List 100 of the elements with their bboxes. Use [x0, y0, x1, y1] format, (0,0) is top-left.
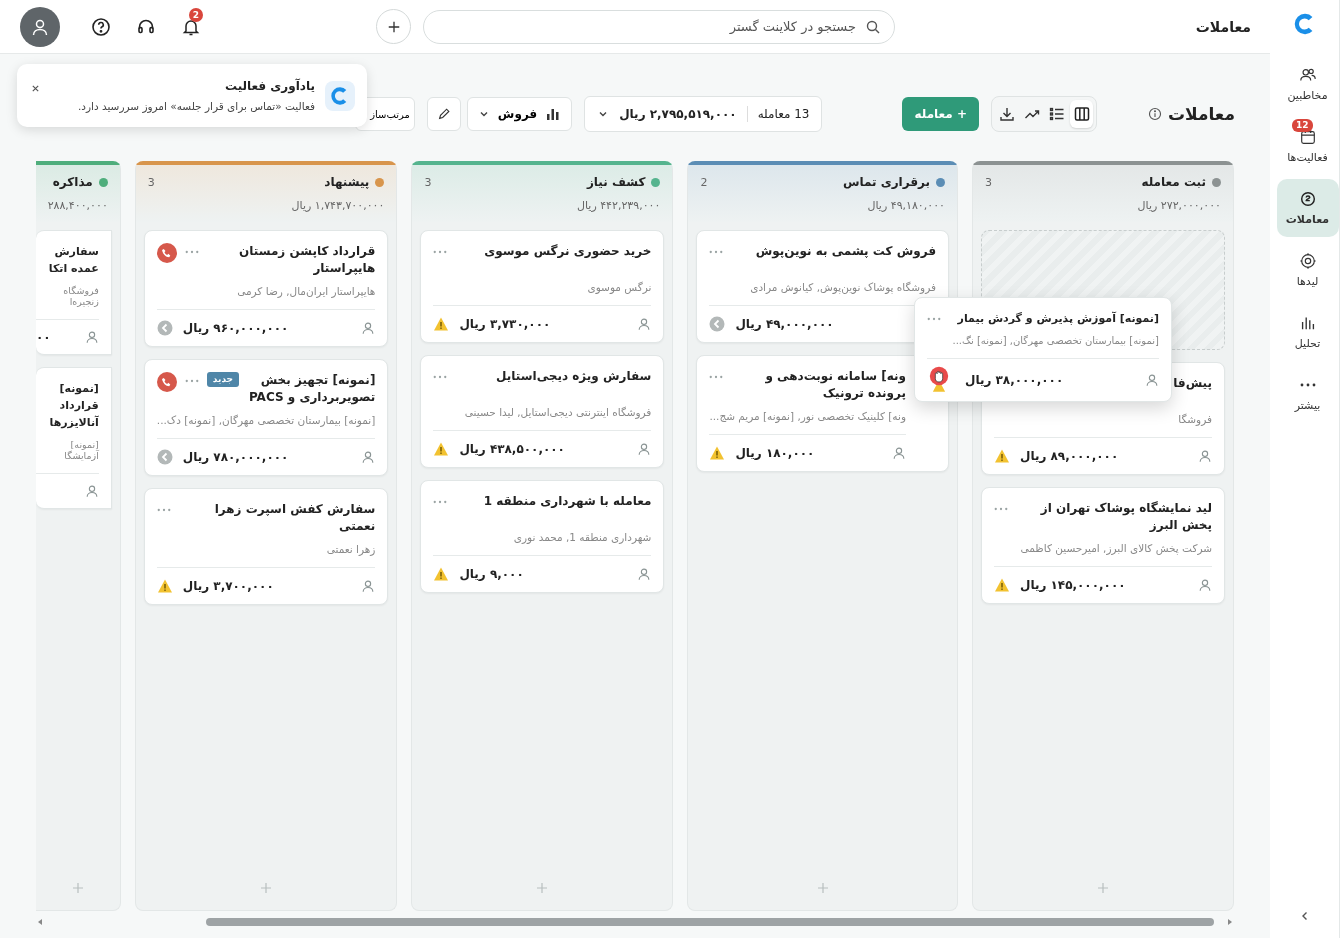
more-icon[interactable]	[709, 250, 724, 254]
notification-title: یادآوری فعالیت	[224, 79, 315, 93]
bar-chart-icon	[545, 106, 562, 122]
help-icon[interactable]	[91, 16, 111, 37]
count-badge: 12	[1291, 119, 1313, 132]
scroll-right-icon[interactable]	[1226, 917, 1234, 926]
more-icon[interactable]	[156, 508, 171, 512]
stage-count: 3	[424, 175, 432, 189]
more-icon[interactable]	[433, 375, 448, 379]
deal-amount: ۱۴۵,۰۰۰,۰۰۰ ریال	[1020, 578, 1126, 592]
deal-title: سفارش ویژه دیجی‌استایل	[496, 368, 652, 385]
deal-company: [نمونه] آزمایشگا	[63, 439, 99, 461]
add-card-icon[interactable]	[1097, 882, 1109, 894]
stage-name: برقراری تماس	[841, 175, 930, 189]
download-icon	[998, 106, 1015, 122]
deal-summary[interactable]: 13 معامله ۲,۷۹۵,۵۱۹,۰۰۰ ریال	[584, 96, 823, 132]
deal-title: ونه] سامانه نوبت‌دهی و پرونده ترونیک	[764, 368, 906, 402]
more-icon	[1299, 383, 1316, 387]
pipeline-label: فروش	[497, 107, 538, 121]
deal-card[interactable]: لید نمایشگاه پوشاک تهران از پخش البرز شرکت پخش کالای البرز, امیرحسین کاظمی ۱۴۵,۰۰۰,۰۰۰ ریال	[981, 487, 1225, 604]
phone-icon[interactable]	[156, 372, 177, 392]
phone-icon[interactable]	[156, 243, 177, 263]
deal-amount: ۸۹,۰۰۰,۰۰۰ ریال	[1020, 449, 1119, 463]
plus-icon	[386, 19, 401, 34]
edit-button[interactable]	[426, 97, 461, 131]
deal-company: فروشگاه پوشاک نوین‌پوش, کیانوش مرادی	[750, 281, 936, 293]
stage-name: ثبت معامله	[1140, 175, 1206, 189]
deal-card[interactable]: قرارداد کاپشن زمستان هایپراستار هایپراستار ایران‌مال, رضا کرمی ۹۶۰,۰۰۰,۰۰۰ ریال	[143, 230, 389, 347]
deal-amount: ۰۰	[36, 330, 51, 344]
deal-card[interactable]: فروش کت پشمی به نوین‌پوش فروشگاه پوشاک نوین‌پوش, کیانوش مرادی ۴۹,۰۰۰,۰۰۰ ریال	[696, 230, 949, 343]
sidebar-item[interactable]: بیشتر	[1276, 365, 1339, 423]
deal-title: سفارش عمده اتکا	[47, 244, 99, 277]
person-icon	[1145, 373, 1159, 387]
sidebar-label: مخاطبین	[1287, 89, 1328, 102]
more-icon[interactable]	[927, 317, 941, 321]
deal-card[interactable]: [نمونه] تجهیز بخش تصویربرداری و PACS جدید [نمونه] بیمارستان تخصصی مهرگان, [نمونه] دک... ۷۸۰,۰۰۰,۰۰۰ ریال	[143, 359, 389, 476]
deal-company: [نمونه] بیمارستان تخصصی مهرگان, [نمونه] نگ...	[952, 335, 1159, 346]
list-icon	[1048, 106, 1065, 122]
sidebar-label: لیدها	[1296, 275, 1319, 288]
deal-title: قرارداد کاپشن زمستان هایپراستار	[238, 243, 376, 277]
more-icon[interactable]	[433, 500, 448, 504]
more-icon[interactable]	[994, 507, 1008, 511]
stage-total: ۲۸۸,۴۰۰,۰۰۰	[48, 199, 108, 212]
search-icon	[865, 18, 881, 35]
info-icon[interactable]	[1147, 107, 1162, 121]
deal-amount: ۴۳۸,۵۰۰,۰۰۰ ریال	[459, 442, 565, 456]
sidebar-label: معاملات	[1285, 213, 1330, 226]
sidebar-label: بیشتر	[1294, 399, 1321, 412]
scroll-left-icon[interactable]	[36, 917, 44, 926]
deal-company: فروشگا	[1178, 413, 1212, 425]
more-icon[interactable]	[184, 250, 199, 254]
sidebar-item[interactable]: لیدها	[1276, 241, 1339, 299]
deal-amount: ۳,۷۰۰,۰۰۰ ریال	[182, 579, 274, 593]
add-button[interactable]	[376, 9, 411, 44]
deal-count: 13 معامله	[757, 107, 810, 121]
deal-title: [نمونه] تجهیز بخش تصویربرداری و PACS	[247, 372, 376, 406]
deal-card[interactable]: خرید حضوری نرگس موسوی نرگس موسوی ۳,۷۳۰,۰۰۰ ریال	[420, 230, 665, 343]
view-tab[interactable]	[1070, 100, 1093, 128]
chevron-circle-icon[interactable]	[709, 316, 726, 332]
stage-name: کشف نیاز	[585, 175, 646, 189]
deal-card[interactable]: [نمونه] قرارداد آنالایزرها [نمونه] آزمایشگا	[36, 367, 112, 509]
stage-total: ۱,۷۴۳,۷۰۰,۰۰۰ ریال	[290, 199, 385, 212]
sidebar-item[interactable]: مخاطبین	[1276, 55, 1339, 113]
deal-title: لید نمایشگاه پوشاک تهران از پخش البرز	[1039, 500, 1212, 534]
notification-badge: 2	[189, 7, 203, 22]
kanban-icon	[1073, 106, 1090, 122]
deal-title: سفارش کفش اسپرت زهرا نعمتی	[213, 501, 376, 535]
deal-card[interactable]: ونه] سامانه نوبت‌دهی و پرونده ترونیک ونه] کلینیک تخصصی نور, [نمونه] مریم شج... ۱۸۰,۰۰۰ ریال	[696, 355, 949, 472]
deal-company: فروشگاه اینترنتی دیجی‌استایل, لیدا حسینی	[464, 406, 652, 418]
sidebar-label: تحلیل	[1294, 337, 1321, 350]
chevron-circle-icon[interactable]	[156, 449, 173, 465]
deal-card[interactable]: سفارش کفش اسپرت زهرا نعمتی زهرا نعمتی ۳,۷۰۰,۰۰۰ ریال	[143, 488, 389, 605]
deal-card[interactable]: سفارش ویژه دیجی‌استایل فروشگاه اینترنتی دیجی‌استایل, لیدا حسینی ۴۳۸,۵۰۰,۰۰۰ ریال	[420, 355, 665, 468]
deal-amount: ۱۸۰,۰۰۰ ریال	[735, 446, 815, 460]
stage-count: 2	[700, 175, 708, 189]
drag-preview-popup[interactable]: [نمونه] آموزش پذیرش و گردش بیمار [نمونه] بیمارستان تخصصی مهرگان, [نمونه] نگ... ۳۸,۰۰۰,۰۰۰ ریال	[914, 297, 1172, 402]
pipeline-dropdown[interactable]: فروش	[466, 97, 573, 131]
sidebar-item[interactable]: معاملات	[1276, 179, 1339, 237]
deal-company: شهرداری منطقه 1, محمد نوری	[513, 531, 652, 543]
add-card-icon[interactable]	[536, 882, 549, 894]
deal-company: شرکت پخش کالای البرز, امیرحسین کاظمی	[1020, 542, 1212, 554]
deal-card[interactable]: سفارش عمده اتکا فروشگاه زنجیره‌ا ۰۰	[36, 230, 112, 355]
search-field[interactable]: جستجو در کلاینت گستر	[423, 9, 895, 44]
sidebar-item[interactable]: تحلیل	[1276, 303, 1339, 361]
avatar[interactable]	[20, 6, 60, 47]
deal-title: معامله با شهرداری منطقه 1	[483, 493, 652, 510]
deal-amount: ۴۹,۰۰۰,۰۰۰ ریال	[735, 317, 834, 331]
more-icon[interactable]	[184, 379, 199, 383]
add-card-icon[interactable]	[71, 882, 84, 894]
add-card-icon[interactable]	[260, 882, 273, 894]
close-icon[interactable]	[31, 84, 40, 93]
deal-card[interactable]: معامله با شهرداری منطقه 1 شهرداری منطقه 1, محمد نوری ۹,۰۰۰ ریال	[420, 480, 665, 593]
add-card-icon[interactable]	[816, 882, 829, 894]
calendar-icon	[1298, 128, 1317, 146]
chevron-circle-icon[interactable]	[156, 320, 173, 336]
more-icon[interactable]	[433, 250, 448, 254]
stage-total: ۴۴۲,۲۳۹,۰۰۰ ریال	[576, 199, 661, 212]
more-icon[interactable]	[709, 375, 724, 379]
deal-company: زهرا نعمتی	[326, 543, 376, 555]
deal-title: خرید حضوری نرگس موسوی	[484, 243, 652, 260]
